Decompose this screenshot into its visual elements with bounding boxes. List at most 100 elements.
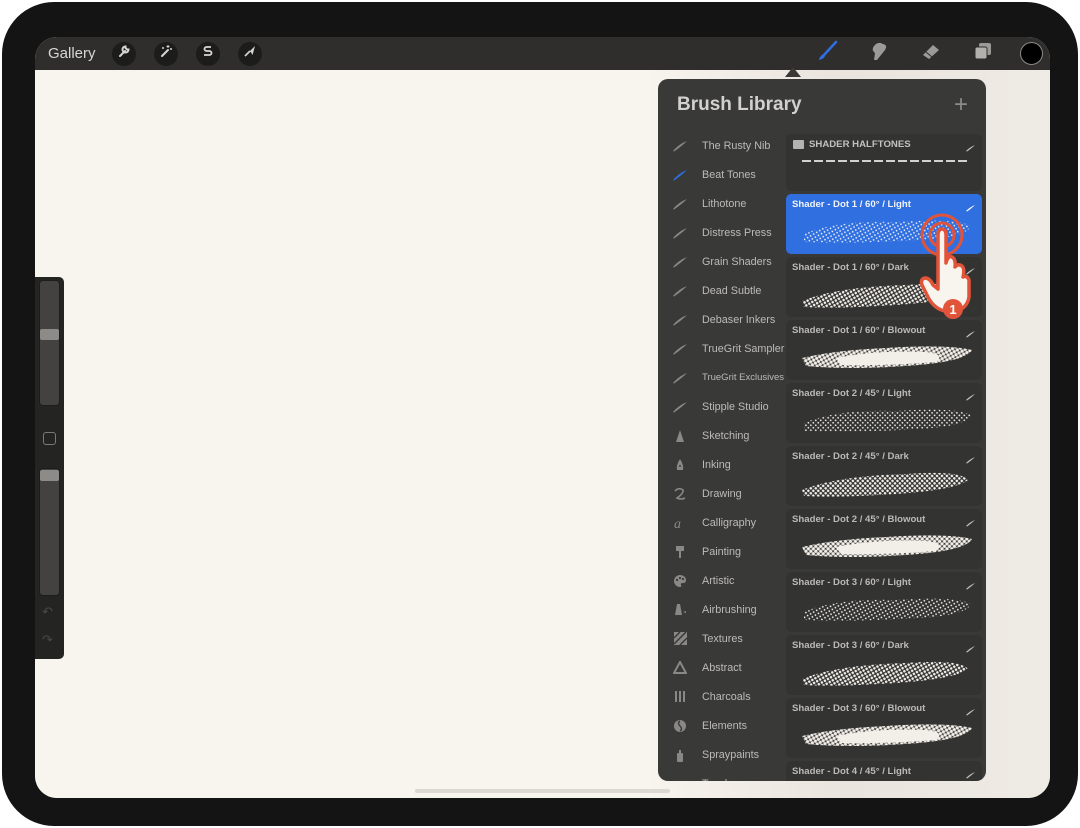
layers-tool-button[interactable] xyxy=(968,39,998,69)
actions-button[interactable] xyxy=(111,41,136,66)
brush-set-label: TrueGrit Exclusives xyxy=(702,372,784,383)
brush-stroke-preview xyxy=(796,718,972,752)
brush-set-label: Dead Subtle xyxy=(702,284,762,297)
brush-set-item[interactable]: TrueGrit Sampler xyxy=(658,334,788,363)
brush-size-slider[interactable] xyxy=(39,280,60,406)
add-brush-set-button[interactable]: + xyxy=(954,91,968,119)
brush-set-item[interactable]: Dead Subtle xyxy=(658,276,788,305)
brush-set-item[interactable]: Stipple Studio xyxy=(658,392,788,421)
brush-set-label: Airbrushing xyxy=(702,603,757,616)
brush-set-label: TrueGrit Sampler xyxy=(702,342,785,355)
brush-set-label: The Rusty Nib xyxy=(702,139,771,152)
undo-icon[interactable]: ↶ xyxy=(42,604,53,620)
brush-set-item[interactable]: Artistic xyxy=(658,566,788,595)
brush-stroke-icon xyxy=(658,372,702,384)
brush-size-slider-thumb[interactable] xyxy=(40,329,59,340)
texture-icon xyxy=(658,632,702,645)
spray-can-icon xyxy=(658,748,702,762)
brush-set-item[interactable]: Distress Press xyxy=(658,218,788,247)
top-toolbar: Gallery xyxy=(35,37,1050,70)
brush-set-item[interactable]: Painting xyxy=(658,537,788,566)
brush-set-item[interactable]: TrueGrit Exclusives xyxy=(658,363,788,392)
home-indicator xyxy=(415,789,670,793)
brush-set-label: Painting xyxy=(702,545,742,558)
redo-icon[interactable]: ↷ xyxy=(42,632,53,648)
brush-set-label: Sketching xyxy=(702,429,750,442)
brush-set-item[interactable]: The Rusty Nib xyxy=(658,131,788,160)
brush-folder-header[interactable]: SHADER HALFTONES xyxy=(786,134,982,191)
brush-name: Shader - Dot 3 / 60° / Light xyxy=(792,577,911,588)
smudge-finger-icon xyxy=(868,40,890,67)
brush-card[interactable]: Shader - Dot 2 / 45° / Dark xyxy=(786,446,982,506)
brush-set-item[interactable]: Touchups xyxy=(658,769,788,781)
brush-set-item[interactable]: Debaser Inkers xyxy=(658,305,788,334)
modify-button[interactable] xyxy=(43,432,56,445)
brush-stroke-preview xyxy=(796,529,972,563)
brush-set-item[interactable]: Drawing xyxy=(658,479,788,508)
brush-set-item[interactable]: Airbrushing xyxy=(658,595,788,624)
brush-set-label: Abstract xyxy=(702,661,742,674)
gallery-button[interactable]: Gallery xyxy=(48,45,96,62)
brush-set-item[interactable]: Inking xyxy=(658,450,788,479)
brush-set-item[interactable]: Lithotone xyxy=(658,189,788,218)
brush-stroke-icon xyxy=(965,139,976,157)
wrench-icon xyxy=(117,44,131,63)
smudge-tool-button[interactable] xyxy=(864,39,894,69)
brush-set-label: Artistic xyxy=(702,574,735,587)
brush-card[interactable]: Shader - Dot 3 / 60° / Blowout xyxy=(786,698,982,758)
brush-stroke-icon xyxy=(658,285,702,297)
brush-set-label: Textures xyxy=(702,632,743,645)
brush-set-item[interactable]: Textures xyxy=(658,624,788,653)
brush-card[interactable]: Shader - Dot 3 / 60° / Light xyxy=(786,572,982,632)
brush-stroke-icon xyxy=(658,140,702,152)
yin-yang-icon xyxy=(658,719,702,733)
brush-stroke-preview xyxy=(796,214,972,248)
side-toolbar: ↶ ↷ xyxy=(35,277,64,659)
opacity-slider[interactable] xyxy=(39,468,60,596)
selection-button[interactable] xyxy=(195,41,220,66)
paintbrush-icon xyxy=(658,545,702,559)
transform-button[interactable] xyxy=(237,41,262,66)
brush-card[interactable]: Shader - Dot 1 / 60° / Light xyxy=(786,194,982,254)
brush-stroke-icon xyxy=(658,198,702,210)
brush-set-label: Charcoals xyxy=(702,690,751,703)
brush-set-label: Elements xyxy=(702,719,748,732)
brush-name: Shader - Dot 1 / 60° / Dark xyxy=(792,262,909,273)
brush-icon xyxy=(816,40,838,67)
brush-set-item[interactable]: Beat Tones xyxy=(658,160,788,189)
brush-set-label: Lithotone xyxy=(702,197,747,210)
brush-set-item[interactable]: Abstract xyxy=(658,653,788,682)
brush-stroke-preview xyxy=(796,340,972,374)
brush-card[interactable]: Shader - Dot 2 / 45° / Blowout xyxy=(786,509,982,569)
brush-stroke-icon xyxy=(658,256,702,268)
brush-set-label: Calligraphy xyxy=(702,516,757,529)
color-picker-button[interactable] xyxy=(1020,42,1043,65)
brush-set-item[interactable]: Charcoals xyxy=(658,682,788,711)
brush-card[interactable]: Shader - Dot 4 / 45° / Light xyxy=(786,761,982,781)
svg-text:a: a xyxy=(674,517,681,530)
folder-label: SHADER HALFTONES xyxy=(809,139,911,150)
brush-name: Shader - Dot 3 / 60° / Blowout xyxy=(792,703,926,714)
brush-sets-list: The Rusty Nib Beat Tones Lithotone Distress… xyxy=(658,131,788,781)
brush-set-label: Grain Shaders xyxy=(702,255,772,268)
brush-name: Shader - Dot 2 / 45° / Dark xyxy=(792,451,909,462)
brush-card[interactable]: Shader - Dot 1 / 60° / Dark xyxy=(786,257,982,317)
brush-set-item[interactable]: Spraypaints xyxy=(658,740,788,769)
brush-name: Shader - Dot 3 / 60° / Dark xyxy=(792,640,909,651)
brush-set-item[interactable]: Grain Shaders xyxy=(658,247,788,276)
brush-tool-button[interactable] xyxy=(812,39,842,69)
brush-card[interactable]: Shader - Dot 3 / 60° / Dark xyxy=(786,635,982,695)
brush-name: Shader - Dot 4 / 45° / Light xyxy=(792,766,911,777)
opacity-slider-thumb[interactable] xyxy=(40,470,59,481)
brush-set-item[interactable]: a Calligraphy xyxy=(658,508,788,537)
brush-set-item[interactable]: Elements xyxy=(658,711,788,740)
brush-set-label: Touchups xyxy=(702,778,748,782)
arrow-cursor-icon xyxy=(243,44,257,63)
brush-card[interactable]: Shader - Dot 2 / 45° / Light xyxy=(786,383,982,443)
adjustments-button[interactable] xyxy=(153,41,178,66)
eraser-tool-button[interactable] xyxy=(916,39,946,69)
brush-card[interactable]: Shader - Dot 1 / 60° / Blowout xyxy=(786,320,982,380)
palette-icon xyxy=(658,574,702,588)
brush-set-item[interactable]: Sketching xyxy=(658,421,788,450)
brushes-list: SHADER HALFTONES Shader - Dot 1 / 60° / … xyxy=(786,134,982,781)
